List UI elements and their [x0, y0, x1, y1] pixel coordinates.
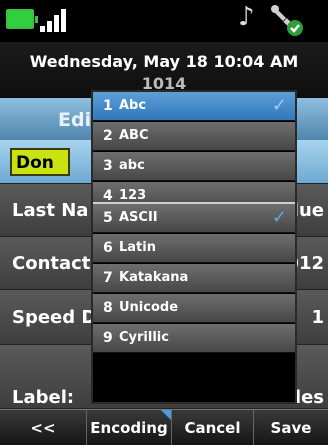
option-label: ASCII [119, 210, 158, 225]
last-name-label: Last Na [12, 200, 89, 221]
first-name-field[interactable]: Don [10, 148, 70, 176]
option-label: Cyrillic [119, 330, 169, 345]
list-item[interactable]: 3 abc [93, 152, 295, 181]
list-item[interactable]: 2 ABC [93, 122, 295, 151]
option-label: abc [119, 158, 145, 173]
date-text: Wednesday, May 18 10:04 AM [29, 52, 299, 71]
back-softkey[interactable]: << [0, 410, 87, 445]
list-item[interactable]: 6 Latin [93, 234, 295, 263]
wrench-phone-icon [271, 5, 303, 36]
option-label: 123 [119, 188, 147, 203]
option-number: 3 [103, 158, 113, 174]
battery-full-icon [6, 9, 38, 29]
option-number: 2 [103, 128, 113, 144]
save-softkey[interactable]: Save [254, 410, 328, 445]
first-name-value: Don [16, 153, 54, 173]
softkey-bar: << Encoding Cancel Save [0, 409, 328, 445]
option-number: 5 [103, 210, 113, 226]
cancel-softkey[interactable]: Cancel [172, 410, 254, 445]
option-number: 1 [103, 98, 113, 114]
list-item[interactable]: 9 Cyrillic [93, 324, 295, 353]
option-number: 8 [103, 300, 113, 316]
speed-dial-label: Speed D [12, 307, 97, 328]
list-item[interactable]: 8 Unicode [93, 294, 295, 323]
option-number: 7 [103, 270, 113, 286]
encoding-popup-list: 1 Abc ✓ 2 ABC 3 abc 4 123 5 ASCII ✓ 6 La… [91, 90, 297, 404]
page-title: Edi [58, 109, 92, 131]
encoding-softkey[interactable]: Encoding [87, 410, 172, 445]
label-label: Label: [12, 387, 75, 408]
option-label: Unicode [119, 300, 179, 315]
status-bar: ♪ [0, 0, 328, 42]
option-number: 6 [103, 240, 113, 256]
list-item[interactable]: 7 Katakana [93, 264, 295, 293]
option-label: Abc [119, 98, 147, 113]
list-item[interactable]: 5 ASCII ✓ [93, 204, 295, 233]
contact-label: Contact [12, 253, 91, 274]
speed-dial-value: 1 [311, 307, 324, 328]
option-label: Latin [119, 240, 156, 255]
option-number: 9 [103, 330, 113, 346]
list-item[interactable]: 1 Abc ✓ [93, 92, 295, 121]
checkmark-icon: ✓ [271, 95, 287, 116]
checkmark-icon: ✓ [271, 207, 287, 228]
signal-bars-icon [40, 8, 70, 32]
option-label: Katakana [119, 270, 189, 285]
option-label: ABC [119, 128, 149, 143]
music-note-icon: ♪ [238, 2, 255, 32]
